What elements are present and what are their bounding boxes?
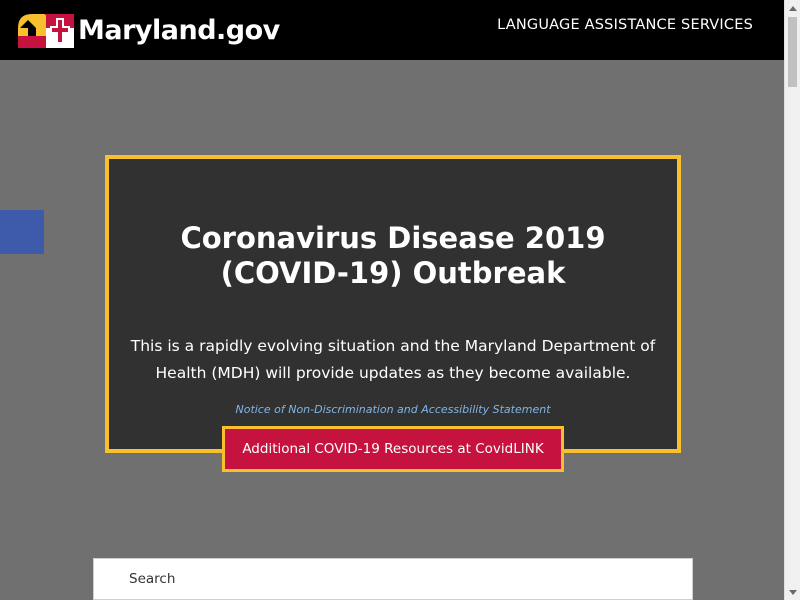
alert-title-line-2: (COVID-19) Outbreak — [220, 256, 566, 290]
site-header: Maryland.gov LANGUAGE ASSISTANCE SERVICE… — [0, 0, 784, 60]
scroll-thumb[interactable] — [788, 17, 797, 87]
alert-title-line-1: Coronavirus Disease 2019 — [180, 221, 606, 255]
logo-text: Maryland.gov — [78, 14, 280, 46]
covid-alert-box: Coronavirus Disease 2019 (COVID-19) Outb… — [105, 155, 681, 453]
alert-title: Coronavirus Disease 2019 (COVID-19) Outb… — [109, 221, 677, 291]
non-discrimination-notice-link[interactable]: Notice of Non-Discrimination and Accessi… — [109, 403, 677, 416]
search-box — [93, 558, 693, 600]
scroll-down-arrow-icon[interactable] — [785, 584, 800, 600]
covidlink-resources-button[interactable]: Additional COVID-19 Resources at CovidLI… — [222, 426, 564, 472]
vertical-scrollbar[interactable] — [784, 0, 800, 600]
maryland-gov-logo[interactable]: Maryland.gov — [16, 10, 280, 50]
side-feedback-tab[interactable] — [0, 210, 44, 254]
alert-body-text: This is a rapidly evolving situation and… — [130, 337, 656, 382]
search-input[interactable] — [94, 559, 692, 599]
scroll-up-arrow-icon[interactable] — [785, 0, 800, 16]
language-assistance-link[interactable]: LANGUAGE ASSISTANCE SERVICES — [497, 17, 753, 33]
maryland-flag-icon — [18, 14, 74, 48]
